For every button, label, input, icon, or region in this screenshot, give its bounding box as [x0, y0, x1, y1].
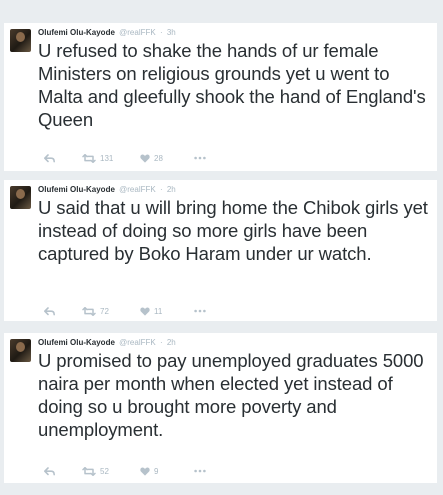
tweet-header: Olufemi Olu-Kayode @realFFK · 2h — [38, 338, 176, 348]
separator: · — [159, 338, 163, 347]
like-button[interactable]: 11 — [140, 304, 162, 318]
reply-button[interactable] — [44, 464, 55, 478]
more-button[interactable] — [194, 151, 206, 165]
author-name[interactable]: Olufemi Olu-Kayode — [38, 185, 115, 194]
timestamp[interactable]: 3h — [167, 28, 176, 37]
like-count: 28 — [154, 153, 163, 163]
tweet-card[interactable]: Olufemi Olu-Kayode @realFFK · 2h U said … — [4, 180, 437, 321]
heart-icon — [140, 154, 150, 163]
reply-icon — [44, 466, 55, 475]
separator: · — [159, 28, 163, 37]
retweet-button[interactable]: 72 — [82, 304, 109, 318]
tweet-header: Olufemi Olu-Kayode @realFFK · 3h — [38, 28, 176, 38]
tweet-text: U promised to pay unemployed graduates 5… — [38, 350, 424, 440]
avatar[interactable] — [10, 186, 31, 209]
author-handle[interactable]: @realFFK — [119, 28, 156, 37]
avatar[interactable] — [10, 29, 31, 52]
author-handle[interactable]: @realFFK — [119, 185, 156, 194]
reply-icon — [44, 153, 55, 162]
retweet-button[interactable]: 131 — [82, 151, 113, 165]
tweet-text: U said that u will bring home the Chibok… — [38, 197, 428, 264]
timestamp[interactable]: 2h — [167, 338, 176, 347]
tweet-collage: Olufemi Olu-Kayode @realFFK · 3h U refus… — [0, 0, 443, 495]
tweet-card[interactable]: Olufemi Olu-Kayode @realFFK · 2h U promi… — [4, 333, 437, 483]
tweet-header: Olufemi Olu-Kayode @realFFK · 2h — [38, 185, 176, 195]
reply-button[interactable] — [44, 304, 55, 318]
tweet-actions: 131 28 — [44, 151, 304, 165]
more-dots-icon — [194, 156, 206, 160]
like-button[interactable]: 28 — [140, 151, 163, 165]
separator: · — [159, 185, 163, 194]
author-name[interactable]: Olufemi Olu-Kayode — [38, 338, 115, 347]
retweet-button[interactable]: 52 — [82, 464, 109, 478]
more-button[interactable] — [194, 304, 206, 318]
like-count: 11 — [154, 306, 163, 316]
reply-icon — [44, 306, 55, 315]
tweet-card[interactable]: Olufemi Olu-Kayode @realFFK · 3h U refus… — [4, 23, 437, 171]
avatar[interactable] — [10, 339, 31, 362]
reply-button[interactable] — [44, 151, 55, 165]
like-count: 9 — [154, 466, 159, 476]
tweet-actions: 72 11 — [44, 304, 304, 318]
tweet-text: U refused to shake the hands of ur femal… — [38, 40, 426, 130]
author-name[interactable]: Olufemi Olu-Kayode — [38, 28, 115, 37]
tweet-actions: 52 9 — [44, 464, 304, 478]
retweet-icon — [82, 153, 96, 163]
timestamp[interactable]: 2h — [167, 185, 176, 194]
retweet-icon — [82, 306, 96, 316]
retweet-count: 131 — [100, 153, 114, 163]
author-handle[interactable]: @realFFK — [119, 338, 156, 347]
more-dots-icon — [194, 309, 206, 313]
retweet-icon — [82, 466, 96, 476]
retweet-count: 52 — [100, 466, 109, 476]
more-button[interactable] — [194, 464, 206, 478]
like-button[interactable]: 9 — [140, 464, 158, 478]
heart-icon — [140, 307, 150, 316]
heart-icon — [140, 467, 150, 476]
more-dots-icon — [194, 469, 206, 473]
retweet-count: 72 — [100, 306, 109, 316]
